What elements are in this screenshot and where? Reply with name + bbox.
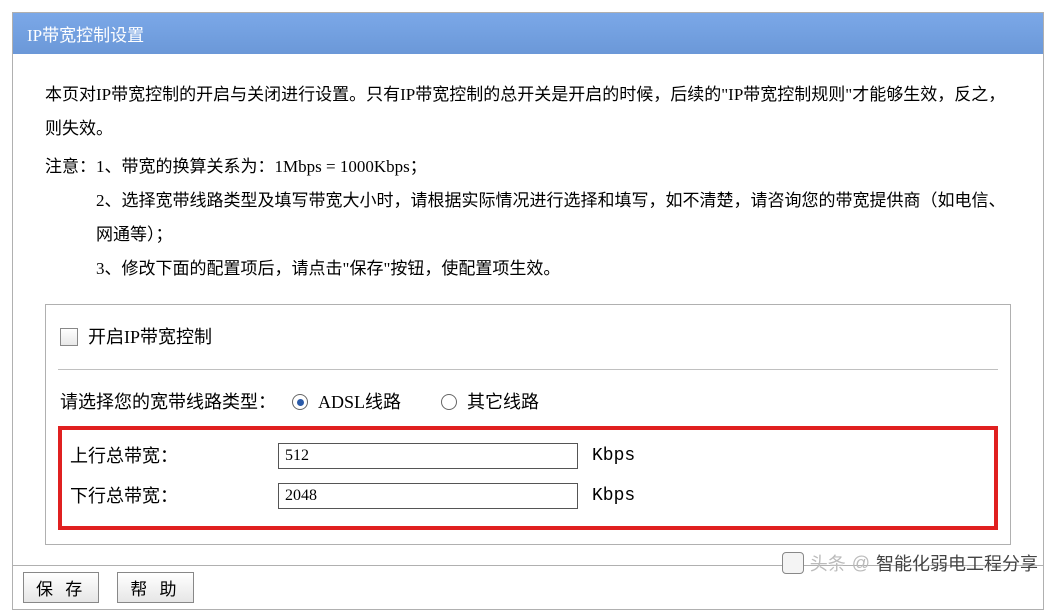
radio-adsl[interactable] xyxy=(292,394,308,410)
title-text: IP带宽控制设置 xyxy=(27,26,144,45)
upstream-row: 上行总带宽： Kbps xyxy=(70,438,986,474)
notes-block: 注意： 1、带宽的换算关系为：1Mbps = 1000Kbps； 2、选择宽带线… xyxy=(45,150,1011,286)
note-item-2: 2、选择宽带线路类型及填写带宽大小时，请根据实际情况进行选择和填写，如不清楚，请… xyxy=(96,184,1011,252)
settings-window: IP带宽控制设置 本页对IP带宽控制的开启与关闭进行设置。只有IP带宽控制的总开… xyxy=(12,12,1044,610)
downstream-unit: Kbps xyxy=(592,478,635,514)
downstream-input[interactable] xyxy=(278,483,578,509)
line-type-label: 请选择您的宽带线路类型： xyxy=(60,384,276,420)
line-type-row: 请选择您的宽带线路类型： ADSL线路 其它线路 xyxy=(58,384,998,420)
radio-other-group[interactable]: 其它线路 xyxy=(441,384,539,420)
enable-checkbox[interactable] xyxy=(60,328,78,346)
title-bar: IP带宽控制设置 xyxy=(13,13,1043,54)
radio-other[interactable] xyxy=(441,394,457,410)
intro-text: 本页对IP带宽控制的开启与关闭进行设置。只有IP带宽控制的总开关是开启的时候，后… xyxy=(45,78,1011,146)
upstream-unit: Kbps xyxy=(592,438,635,474)
enable-checkbox-row[interactable]: 开启IP带宽控制 xyxy=(58,319,998,370)
note-item-3: 3、修改下面的配置项后，请点击"保存"按钮，使配置项生效。 xyxy=(96,252,1011,286)
radio-adsl-label: ADSL线路 xyxy=(318,384,401,420)
settings-panel: 开启IP带宽控制 请选择您的宽带线路类型： ADSL线路 其它线路 上行总带宽：… xyxy=(45,304,1011,545)
enable-label: 开启IP带宽控制 xyxy=(88,319,212,355)
radio-other-label: 其它线路 xyxy=(467,384,539,420)
upstream-input[interactable] xyxy=(278,443,578,469)
watermark-name: 智能化弱电工程分享 xyxy=(876,550,1038,576)
notes-label: 注意： xyxy=(45,150,96,286)
content-area: 本页对IP带宽控制的开启与关闭进行设置。只有IP带宽控制的总开关是开启的时候，后… xyxy=(13,54,1043,565)
note-item-1: 1、带宽的换算关系为：1Mbps = 1000Kbps； xyxy=(96,150,1011,184)
watermark-at: @ xyxy=(852,553,870,574)
upstream-label: 上行总带宽： xyxy=(70,438,270,474)
downstream-label: 下行总带宽： xyxy=(70,478,270,514)
watermark-logo-icon xyxy=(782,552,804,574)
bandwidth-highlight: 上行总带宽： Kbps 下行总带宽： Kbps xyxy=(58,426,998,530)
watermark: 头条 @ 智能化弱电工程分享 xyxy=(782,550,1038,576)
watermark-prefix: 头条 xyxy=(810,550,846,576)
downstream-row: 下行总带宽： Kbps xyxy=(70,478,986,514)
help-button[interactable]: 帮 助 xyxy=(117,572,193,603)
save-button[interactable]: 保 存 xyxy=(23,572,99,603)
radio-adsl-group[interactable]: ADSL线路 xyxy=(292,384,401,420)
